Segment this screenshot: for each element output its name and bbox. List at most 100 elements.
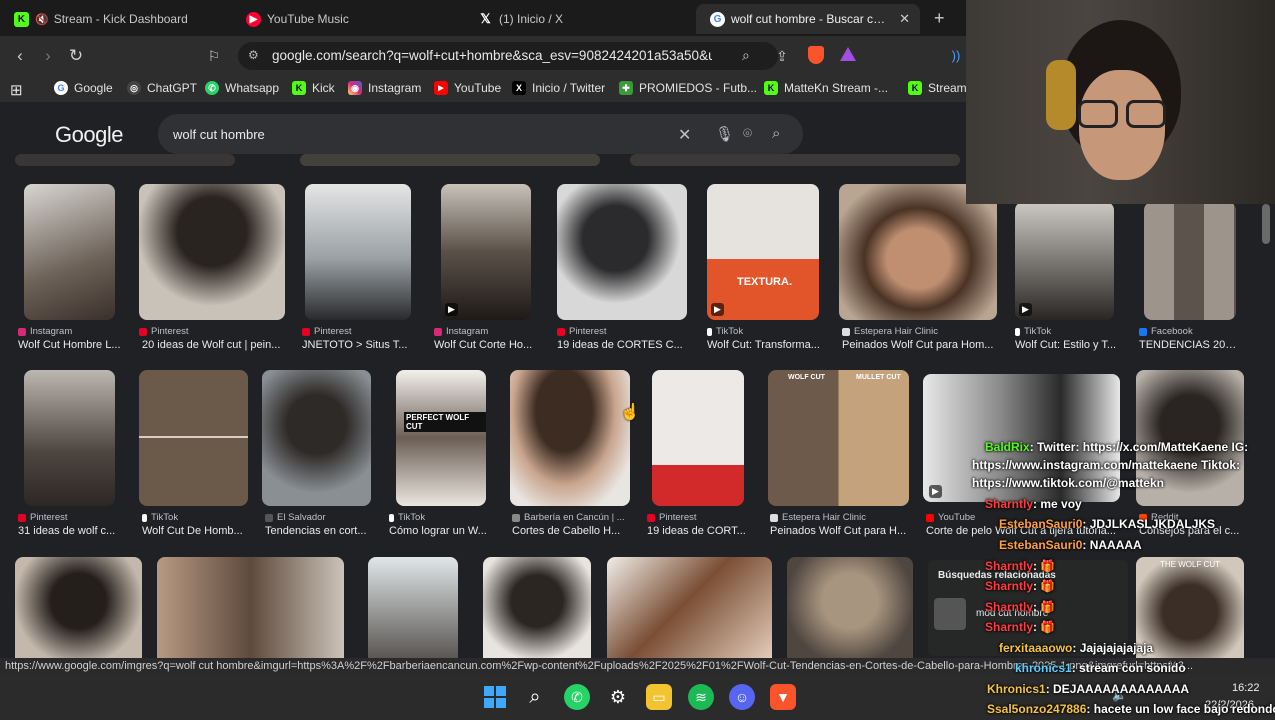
image-thumbnail[interactable] [630, 154, 960, 166]
image-thumbnail[interactable] [24, 184, 115, 320]
video-play-icon: ▶ [445, 303, 458, 316]
new-tab-button[interactable]: + [934, 8, 945, 29]
brave-icon[interactable]: ▼ [770, 684, 796, 710]
clock-time[interactable]: 16:22 [1232, 682, 1260, 694]
scrollbar[interactable] [1262, 204, 1270, 244]
image-title[interactable]: 19 ideas de CORTES C... [557, 339, 687, 351]
image-thumbnail[interactable] [139, 184, 285, 320]
image-thumbnail[interactable]: PERFECT WOLF CUT [396, 370, 486, 506]
spotify-icon[interactable]: ≋ [688, 684, 714, 710]
search-icon[interactable]: ⌕ [772, 125, 780, 142]
image-thumbnail[interactable]: WOLF CUT MULLET CUT [768, 370, 909, 506]
image-thumbnail[interactable] [305, 184, 411, 320]
tab-kick-dashboard[interactable]: K 🔇 Stream - Kick Dashboard [0, 4, 232, 34]
image-title[interactable]: Cómo lograr un W... [389, 525, 499, 537]
back-icon[interactable]: ‹ [10, 46, 30, 66]
image-thumbnail[interactable]: TEXTURA. ▶ [707, 184, 819, 320]
search-input[interactable]: wolf cut hombre [173, 127, 265, 142]
bookmark-twitter[interactable]: X Inicio / Twitter [512, 81, 605, 95]
bookmark-mattekn-stream[interactable]: K MatteKn Stream -... [764, 81, 888, 95]
image-source: El Salvador [265, 512, 326, 523]
image-thumbnail[interactable] [839, 184, 997, 320]
image-source: Pinterest [139, 326, 189, 337]
image-thumbnail[interactable] [15, 154, 235, 166]
image-title[interactable]: Wolf Cut De Homb... [142, 525, 250, 537]
image-title[interactable]: Wolf Cut Hombre L... [18, 339, 126, 351]
image-thumbnail[interactable] [15, 557, 142, 658]
address-bar[interactable]: ⚙ google.com/search?q=wolf+cut+hombre&sc… [238, 42, 778, 70]
image-thumbnail[interactable] [368, 557, 458, 658]
clear-icon[interactable]: ✕ [678, 125, 691, 145]
apps-icon[interactable]: ⊞ [10, 81, 23, 99]
search-icon[interactable]: ⌕ [522, 684, 548, 710]
image-thumbnail[interactable] [557, 184, 687, 320]
brave-rewards-icon[interactable] [838, 46, 858, 66]
site-info-icon[interactable]: ⚙ [248, 48, 259, 62]
tab-x-inicio[interactable]: 𝕏 (1) Inicio / X [464, 4, 696, 34]
image-thumbnail[interactable] [139, 370, 248, 506]
zoom-icon[interactable]: ⌕ [742, 47, 750, 64]
image-thumbnail[interactable] [300, 154, 600, 166]
image-title[interactable]: Cortes de Cabello H... [512, 525, 630, 537]
microphone-icon[interactable]: 🎙 [715, 125, 734, 143]
search-box[interactable]: wolf cut hombre ✕ 🎙 ⌾ ⌕ [158, 114, 803, 154]
image-title[interactable]: Wolf Cut: Transforma... [707, 339, 825, 351]
textura-label: TEXTURA. [737, 276, 792, 288]
headphones-icon [1046, 60, 1076, 130]
bookmark-promiedos[interactable]: ✚ PROMIEDOS - Futb... [619, 81, 757, 95]
tab-youtube-music[interactable]: ▶ YouTube Music [232, 4, 464, 34]
image-source: Estepera Hair Clinic [770, 512, 866, 523]
image-title[interactable]: Peinados Wolf Cut para Hom... [842, 339, 996, 351]
image-thumbnail[interactable] [262, 370, 371, 506]
image-thumbnail[interactable] [24, 370, 115, 506]
image-thumbnail[interactable]: ▶ [441, 184, 531, 320]
chat-message: Sharntly: 🎁 [985, 600, 1056, 614]
bookmark-youtube[interactable]: ▶ YouTube [434, 81, 501, 95]
discord-icon[interactable]: ☺ [729, 684, 755, 710]
estepera-icon [842, 327, 850, 336]
mute-icon[interactable]: 🔇 [35, 13, 49, 26]
google-logo[interactable]: Google [55, 122, 123, 148]
close-tab-icon[interactable]: ✕ [899, 11, 910, 27]
image-title[interactable]: Tendencias en cort... [265, 525, 375, 537]
image-title[interactable]: Wolf Cut: Estilo y T... [1015, 339, 1120, 351]
kick-icon: K [908, 81, 922, 95]
image-thumbnail[interactable] [1144, 202, 1236, 320]
image-thumbnail[interactable] [510, 370, 630, 506]
image-thumbnail[interactable] [483, 557, 591, 658]
bookmark-google[interactable]: G Google [54, 81, 113, 95]
brave-shields-icon[interactable] [806, 46, 826, 66]
share-icon[interactable]: ⇪ [772, 46, 792, 66]
image-title[interactable]: TENDENCIAS 202... [1139, 339, 1239, 351]
bookmark-icon[interactable]: ⚐ [204, 46, 224, 66]
url-text[interactable]: google.com/search?q=wolf+cut+hombre&sca_… [272, 48, 712, 63]
image-thumbnail[interactable] [787, 557, 913, 658]
image-title[interactable]: JNETOTO > Situs T... [302, 339, 412, 351]
image-thumbnail[interactable] [607, 557, 772, 658]
image-thumbnail[interactable] [652, 370, 744, 506]
bookmark-instagram[interactable]: ◉ Instagram [348, 81, 421, 95]
windows-start-icon[interactable] [482, 684, 508, 710]
whatsapp-icon[interactable]: ✆ [564, 684, 590, 710]
bookmark-chatgpt[interactable]: ◎ ChatGPT [127, 81, 197, 95]
settings-icon[interactable]: ⚙ [605, 684, 631, 710]
image-title[interactable]: 31 ideas de wolf c... [18, 525, 118, 537]
bookmark-stream[interactable]: K Stream [908, 81, 967, 95]
image-title[interactable]: Peinados Wolf Cut para H... [770, 525, 910, 537]
related-thumbnail[interactable] [934, 598, 966, 630]
reload-icon[interactable]: ↻ [66, 46, 86, 66]
bookmark-whatsapp[interactable]: ✆ Whatsapp [205, 81, 279, 95]
image-title[interactable]: 20 ideas de Wolf cut | pein... [142, 339, 282, 351]
image-thumbnail[interactable]: ▶ [1015, 202, 1114, 320]
bookmark-kick[interactable]: K Kick [292, 81, 335, 95]
wallet-icon[interactable]: )) [946, 46, 966, 66]
forward-icon[interactable]: › [38, 46, 58, 66]
lens-icon[interactable]: ⌾ [743, 125, 752, 142]
file-explorer-icon[interactable]: ▭ [646, 684, 672, 710]
kick-icon: K [292, 81, 306, 95]
tab-google-search[interactable]: G wolf cut hombre - Buscar con Go ✕ [696, 4, 920, 34]
image-title[interactable]: 19 ideas de CORT... [647, 525, 751, 537]
image-title[interactable]: Wolf Cut Corte Ho... [434, 339, 534, 351]
mullet-cut-label: MULLET CUT [856, 374, 901, 381]
image-thumbnail[interactable] [157, 557, 344, 658]
